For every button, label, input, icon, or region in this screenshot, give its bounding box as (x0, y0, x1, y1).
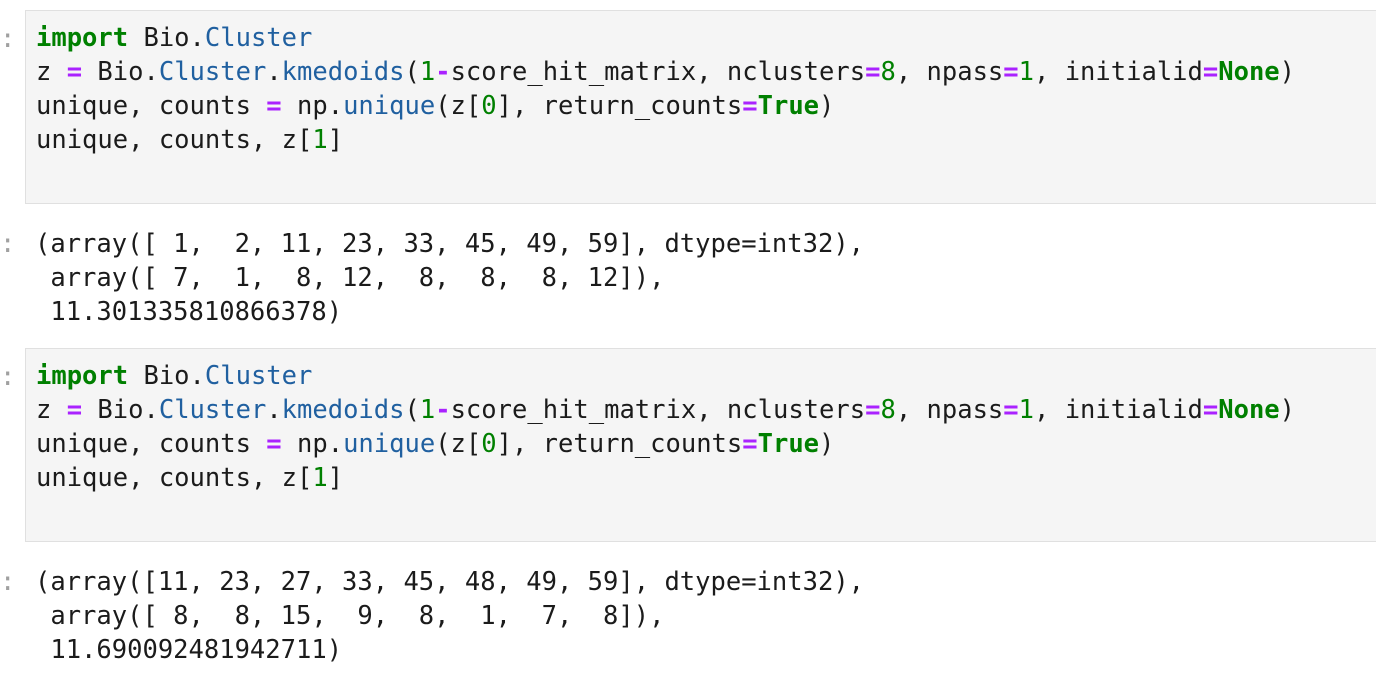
code-token: ) (819, 91, 835, 121)
code-token: = (1202, 57, 1219, 87)
output-line: 11.301335810866378) (35, 297, 343, 327)
code-token: 1 (1018, 57, 1034, 87)
code-token: ( (404, 395, 420, 425)
code-token: = (66, 395, 83, 425)
input-prompt: : (0, 24, 16, 54)
code-token: - (435, 57, 451, 87)
output-line: array([ 7, 1, 8, 12, 8, 8, 8, 12]), (35, 263, 665, 293)
code-token: ( (404, 57, 420, 87)
code-token: . (266, 395, 282, 425)
code-token: True (757, 91, 820, 121)
code-token: None (1218, 395, 1280, 425)
code-token: kmedoids (281, 395, 405, 425)
output-prompt: : (0, 229, 16, 259)
code-token: np. (281, 429, 344, 459)
code-token: Cluster (204, 361, 313, 391)
output-prompt: : (0, 567, 16, 597)
code-token: ] (327, 125, 344, 155)
code-token: . (266, 57, 282, 87)
code-token: = (266, 429, 282, 459)
code-token: score_hit_matrix, nclusters (450, 395, 866, 425)
code-token: unique (343, 429, 436, 459)
output-line: (array([11, 23, 27, 33, 45, 48, 49, 59],… (35, 567, 865, 597)
output-line: (array([ 1, 2, 11, 23, 33, 45, 49, 59], … (35, 229, 865, 259)
code-token: 1 (312, 463, 328, 493)
code-token: ) (1279, 395, 1296, 425)
code-token: = (742, 91, 758, 121)
code-line: import Bio.Cluster (36, 21, 1295, 55)
code-token: import (36, 23, 129, 53)
code-token: 8 (880, 395, 896, 425)
code-token: Cluster (204, 23, 313, 53)
code-line: unique, counts = np.unique(z[0], return_… (36, 89, 1295, 123)
code-token: unique, counts (36, 91, 267, 121)
code-line: z = Bio.Cluster.kmedoids(1-score_hit_mat… (36, 393, 1295, 427)
code-token: kmedoids (281, 57, 405, 87)
code-token: unique, counts, z[ (36, 125, 313, 155)
cell-output: (array([11, 23, 27, 33, 45, 48, 49, 59],… (35, 565, 864, 667)
code-token: ] (327, 463, 344, 493)
code-token: Bio. (82, 395, 159, 425)
code-token: (z[ (435, 429, 482, 459)
code-token: 8 (880, 57, 896, 87)
output-line: 11.690092481942711) (35, 635, 343, 665)
code-token: z (36, 395, 67, 425)
code-token: None (1218, 57, 1280, 87)
code-token: (z[ (435, 91, 482, 121)
code-token: 0 (481, 91, 497, 121)
code-input-area[interactable]: import Bio.Cluster z = Bio.Cluster.kmedoi… (25, 10, 1376, 204)
code-token: 1 (1018, 395, 1034, 425)
code-token: import (36, 361, 129, 391)
code-token: ], return_counts (496, 429, 743, 459)
code-token: Bio. (128, 23, 205, 53)
code-line: z = Bio.Cluster.kmedoids(1-score_hit_mat… (36, 55, 1295, 89)
code-token: 1 (419, 57, 436, 87)
code-input-area[interactable]: import Bio.Cluster z = Bio.Cluster.kmedoi… (25, 348, 1376, 542)
code-token: = (1202, 395, 1219, 425)
code-token: Bio. (128, 361, 205, 391)
code-token: ) (1279, 57, 1296, 87)
code-line: unique, counts = np.unique(z[0], return_… (36, 427, 1295, 461)
code-token: Cluster (158, 395, 267, 425)
code-token: 1 (312, 125, 328, 155)
code-token: 0 (481, 429, 497, 459)
code-token: = (1003, 395, 1019, 425)
code-token: = (865, 57, 881, 87)
code-line: unique, counts, z[1] (36, 461, 1295, 495)
code-block: import Bio.Cluster z = Bio.Cluster.kmedoi… (36, 359, 1295, 495)
cell-output: (array([ 1, 2, 11, 23, 33, 45, 49, 59], … (35, 227, 864, 329)
code-token: unique (343, 91, 436, 121)
code-token: , npass (895, 395, 1004, 425)
code-token: , initialid (1034, 57, 1203, 87)
code-token: - (435, 395, 451, 425)
code-token: ], return_counts (496, 91, 743, 121)
code-token: = (742, 429, 758, 459)
code-token: = (1003, 57, 1019, 87)
code-token: np. (281, 91, 344, 121)
code-line: unique, counts, z[1] (36, 123, 1295, 157)
code-token: = (66, 57, 83, 87)
code-line: import Bio.Cluster (36, 359, 1295, 393)
code-block: import Bio.Cluster z = Bio.Cluster.kmedoi… (36, 21, 1295, 157)
code-token: score_hit_matrix, nclusters (450, 57, 866, 87)
code-token: = (266, 91, 282, 121)
code-token: ) (819, 429, 835, 459)
code-token: Cluster (158, 57, 267, 87)
code-token: , npass (895, 57, 1004, 87)
code-token: = (865, 395, 881, 425)
code-token: , initialid (1034, 395, 1203, 425)
code-token: Bio. (82, 57, 159, 87)
output-line: array([ 8, 8, 15, 9, 8, 1, 7, 8]), (35, 601, 665, 631)
code-token: unique, counts (36, 429, 267, 459)
input-prompt: : (0, 362, 16, 392)
code-token: z (36, 57, 67, 87)
code-token: unique, counts, z[ (36, 463, 313, 493)
code-token: True (757, 429, 820, 459)
code-token: 1 (419, 395, 436, 425)
